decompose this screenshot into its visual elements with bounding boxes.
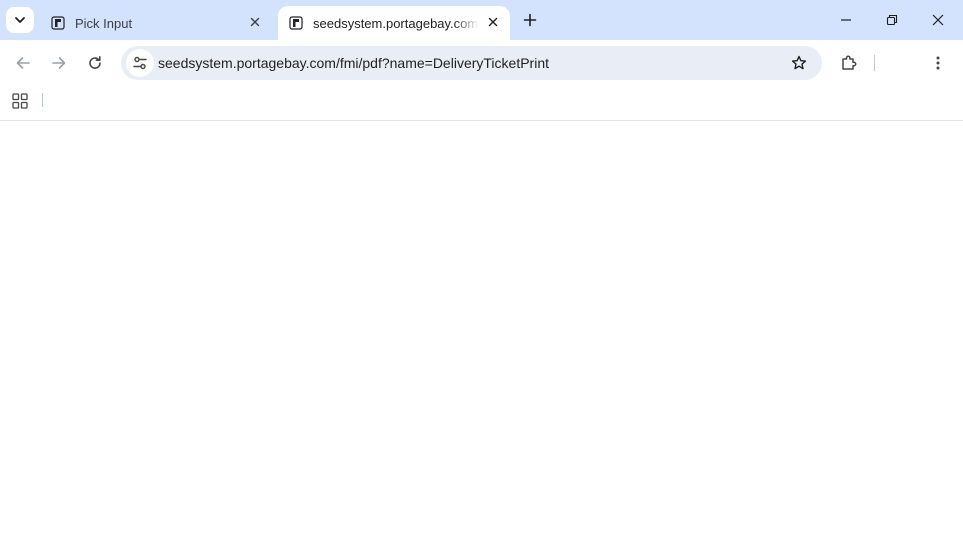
tab-title: seedsystem.portagebay.com/fmi/pdf?name=D… (313, 15, 479, 31)
forward-button[interactable] (45, 49, 73, 77)
close-icon (932, 14, 944, 26)
close-icon (250, 17, 260, 27)
tab-title: Pick Input (75, 15, 133, 31)
reload-button[interactable] (81, 49, 109, 77)
minimize-button[interactable] (831, 5, 861, 35)
toolbar-divider (874, 55, 875, 71)
back-button[interactable] (9, 49, 37, 77)
kebab-menu-icon (936, 56, 940, 70)
arrow-left-icon (16, 57, 30, 69)
portagebay-favicon-icon (50, 15, 66, 31)
restore-button[interactable] (877, 5, 907, 35)
extensions-button[interactable] (835, 49, 863, 77)
browser-toolbar: seedsystem.portagebay.com/fmi/pdf?name=D… (0, 40, 963, 86)
restore-icon (886, 14, 898, 26)
puzzle-icon (842, 55, 857, 70)
bookmarks-bar (0, 86, 963, 121)
plus-icon (523, 13, 537, 27)
bookmarks-divider (42, 93, 43, 107)
reload-icon (89, 56, 101, 69)
bookmark-star-button[interactable] (788, 52, 810, 74)
close-icon (488, 17, 498, 27)
arrow-right-icon (52, 57, 66, 69)
tab-close-button[interactable] (484, 13, 502, 31)
url-text[interactable]: seedsystem.portagebay.com/fmi/pdf?name=D… (158, 55, 549, 71)
chevron-down-icon (15, 17, 25, 23)
tab-delivery-ticket[interactable]: seedsystem.portagebay.com/fmi/pdf?name=D… (278, 6, 510, 40)
apps-grid-icon (12, 93, 28, 109)
tab-pick-input[interactable]: Pick Input (40, 6, 272, 40)
tab-close-button[interactable] (246, 13, 264, 31)
site-info-button[interactable] (126, 49, 154, 77)
browser-menu-button[interactable] (924, 49, 952, 77)
new-tab-button[interactable] (518, 8, 542, 32)
tab-search-button[interactable] (6, 7, 34, 33)
star-icon (791, 55, 807, 70)
tune-icon (133, 56, 147, 70)
window-close-button[interactable] (923, 5, 953, 35)
minimize-icon (841, 19, 851, 21)
apps-button[interactable] (8, 89, 32, 113)
tab-strip: Pick Input seedsystem.portagebay.com/fmi… (0, 0, 963, 40)
portagebay-favicon-icon (288, 15, 304, 31)
address-bar[interactable]: seedsystem.portagebay.com/fmi/pdf?name=D… (121, 46, 822, 80)
page-content (0, 121, 963, 534)
